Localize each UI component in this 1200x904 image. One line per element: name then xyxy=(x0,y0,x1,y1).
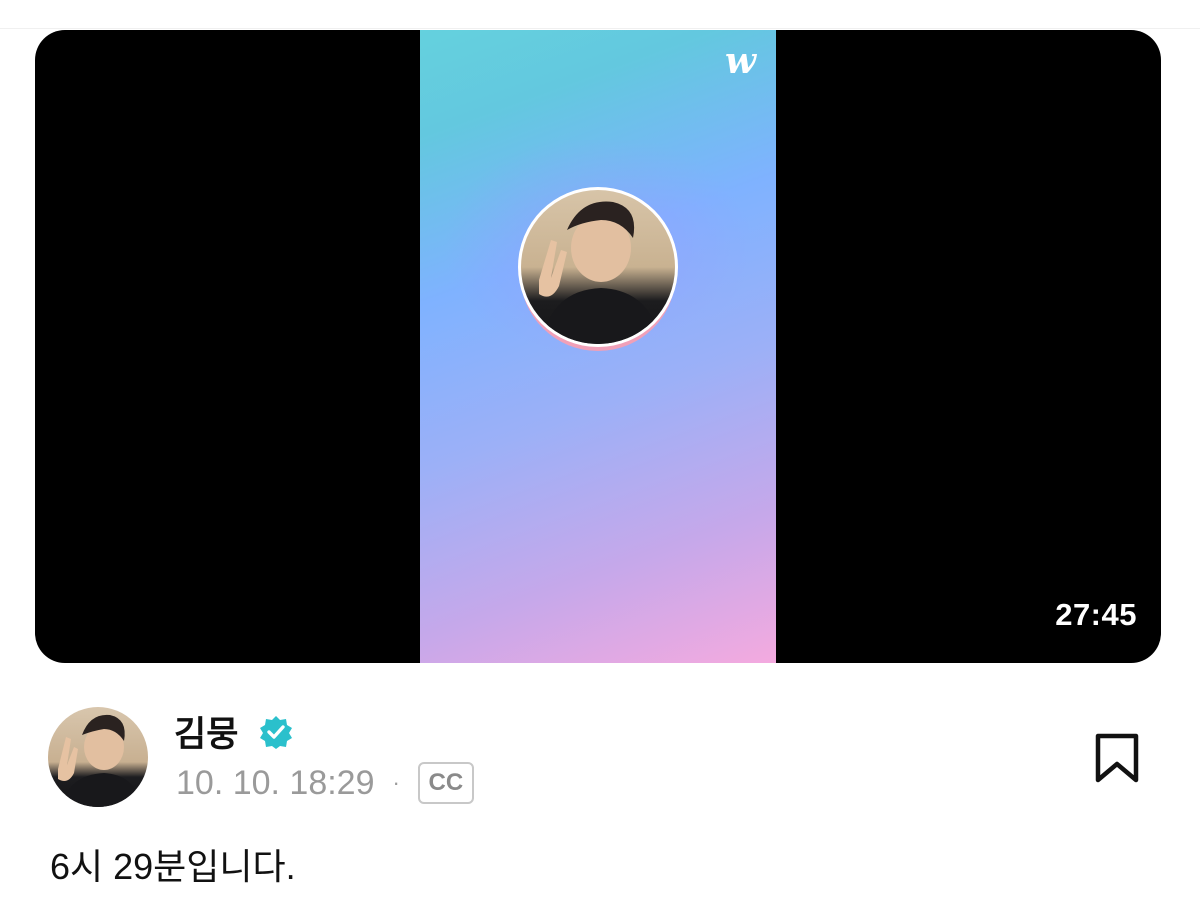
video-thumbnail: w 27:45 xyxy=(420,30,776,663)
post-text: 6시 29분입니다. xyxy=(50,846,296,887)
top-divider xyxy=(0,28,1200,29)
cc-badge: CC xyxy=(417,762,474,804)
weverse-logo: w xyxy=(725,40,756,82)
thumbnail-profile-ring xyxy=(518,187,678,347)
post-date: 10. 10. 18:29 xyxy=(176,763,375,802)
author-name[interactable]: 김뭉 xyxy=(174,706,238,757)
video-duration-label: 27:45 xyxy=(1055,597,1137,632)
post-meta: 10. 10. 18:29 · CC xyxy=(176,762,474,804)
bookmark-icon[interactable] xyxy=(1093,732,1141,784)
meta-separator: · xyxy=(392,770,400,795)
thumbnail-profile-photo xyxy=(521,190,675,344)
author-avatar[interactable] xyxy=(48,707,148,807)
verified-badge-icon xyxy=(260,716,292,749)
video-player[interactable]: w 27:45 27:45 xyxy=(35,30,1161,663)
